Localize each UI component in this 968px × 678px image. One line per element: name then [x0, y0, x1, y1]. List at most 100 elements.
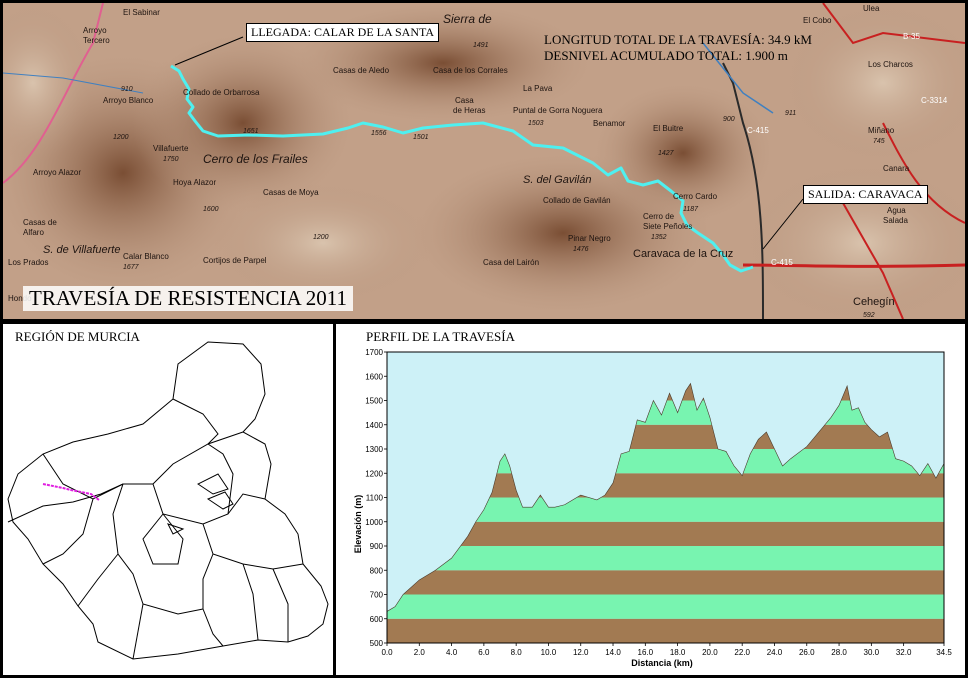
- svg-text:El Buitre: El Buitre: [653, 124, 684, 133]
- x-tick-label: 30.0: [864, 648, 880, 657]
- svg-text:Calar Blanco: Calar Blanco: [123, 252, 169, 261]
- y-tick-label: 600: [370, 615, 384, 624]
- y-tick-label: 700: [370, 591, 384, 600]
- y-axis-title: Elevación (m): [353, 495, 363, 554]
- svg-text:Villafuerte: Villafuerte: [153, 144, 189, 153]
- x-tick-label: 34.5: [936, 648, 952, 657]
- svg-text:1651: 1651: [243, 128, 259, 135]
- svg-text:Canara: Canara: [883, 164, 910, 173]
- y-tick-label: 500: [370, 639, 384, 648]
- svg-text:Cerro de: Cerro de: [643, 212, 675, 221]
- x-tick-label: 2.0: [414, 648, 426, 657]
- elevation-chart: Elevación (m) Distancia (km) 500 600 700 80…: [353, 348, 952, 668]
- x-tick-label: 20.0: [702, 648, 718, 657]
- y-tick-label: 800: [370, 566, 384, 575]
- svg-text:1600: 1600: [203, 206, 219, 213]
- svg-text:900: 900: [723, 116, 735, 123]
- y-tick-label: 1400: [365, 421, 383, 430]
- svg-text:Los Charcos: Los Charcos: [868, 60, 913, 69]
- svg-text:Arroyo Alazor: Arroyo Alazor: [33, 168, 81, 177]
- x-tick-label: 14.0: [605, 648, 621, 657]
- y-tick-label: 900: [370, 542, 384, 551]
- svg-text:Arroyo Blanco: Arroyo Blanco: [103, 96, 154, 105]
- region-panel: REGIÓN DE MURCIA: [3, 324, 333, 675]
- topographic-map[interactable]: El Sabinar Arroyo Tercero Arroyo Blanco …: [3, 3, 965, 319]
- svg-text:745: 745: [873, 138, 885, 145]
- map-title: TRAVESÍA DE RESISTENCIA 2011: [23, 286, 353, 311]
- svg-text:Casa: Casa: [455, 96, 474, 105]
- x-tick-label: 0.0: [381, 648, 393, 657]
- total-ascent: DESNIVEL ACUMULADO TOTAL: 1.900 m: [544, 48, 788, 63]
- x-tick-label: 18.0: [670, 648, 686, 657]
- svg-text:de Heras: de Heras: [453, 106, 485, 115]
- svg-text:Casas de Moya: Casas de Moya: [263, 188, 319, 197]
- svg-text:1200: 1200: [313, 234, 329, 241]
- svg-text:Casa de los Corrales: Casa de los Corrales: [433, 66, 508, 75]
- y-tick-label: 1100: [366, 494, 384, 503]
- svg-text:Sierra de: Sierra de: [443, 12, 492, 26]
- region-map-svg: [7, 341, 329, 660]
- svg-text:Miñano: Miñano: [868, 126, 895, 135]
- svg-text:910: 910: [121, 86, 133, 93]
- x-tick-label: 6.0: [478, 648, 490, 657]
- y-tick-label: 1600: [365, 372, 383, 381]
- svg-text:592: 592: [863, 312, 875, 319]
- svg-text:Caravaca de la Cruz: Caravaca de la Cruz: [633, 248, 733, 260]
- x-tick-label: 24.0: [767, 648, 783, 657]
- total-length: LONGITUD TOTAL DE LA TRAVESÍA: 34.9 kM: [544, 32, 812, 47]
- svg-text:B-35: B-35: [903, 32, 920, 41]
- svg-text:Casas de: Casas de: [23, 218, 57, 227]
- svg-text:S. del Gavilán: S. del Gavilán: [523, 174, 591, 186]
- svg-text:1427: 1427: [658, 150, 675, 157]
- svg-text:1503: 1503: [528, 120, 544, 127]
- svg-text:1187: 1187: [683, 206, 699, 213]
- svg-text:Pinar Negro: Pinar Negro: [568, 234, 611, 243]
- elevation-band: [387, 570, 944, 595]
- svg-text:Salada: Salada: [883, 216, 908, 225]
- svg-text:Agua: Agua: [887, 206, 906, 215]
- x-tick-label: 10.0: [541, 648, 557, 657]
- x-axis-title: Distancia (km): [631, 658, 693, 668]
- svg-text:1556: 1556: [371, 130, 387, 137]
- svg-text:Cehegín: Cehegín: [853, 296, 895, 308]
- svg-text:El Sabinar: El Sabinar: [123, 8, 160, 17]
- svg-text:Ulea: Ulea: [863, 4, 880, 13]
- x-tick-label: 4.0: [446, 648, 458, 657]
- svg-text:C-415: C-415: [771, 258, 793, 267]
- svg-text:1501: 1501: [413, 134, 429, 141]
- y-tick-label: 1500: [365, 397, 383, 406]
- x-tick-label: 16.0: [638, 648, 654, 657]
- svg-text:1352: 1352: [651, 234, 667, 241]
- svg-text:La Pava: La Pava: [523, 84, 553, 93]
- svg-text:El Cobo: El Cobo: [803, 16, 832, 25]
- svg-text:1750: 1750: [163, 156, 179, 163]
- x-tick-label: 12.0: [573, 648, 589, 657]
- svg-text:Benamor: Benamor: [593, 119, 626, 128]
- x-tick-label: 32.0: [896, 648, 912, 657]
- municipality-borders: [7, 341, 329, 660]
- svg-text:Casa del Lairón: Casa del Lairón: [483, 258, 539, 267]
- x-tick-label: 22.0: [734, 648, 750, 657]
- svg-text:1491: 1491: [473, 42, 489, 49]
- y-tick-label: 1300: [365, 445, 383, 454]
- svg-text:Casas de Aledo: Casas de Aledo: [333, 66, 390, 75]
- arrival-label: LLEGADA: CALAR DE LA SANTA: [246, 23, 440, 42]
- svg-text:Arroyo: Arroyo: [83, 26, 107, 35]
- elevation-band: [387, 546, 944, 571]
- svg-text:911: 911: [785, 110, 796, 117]
- svg-text:1200: 1200: [113, 134, 129, 141]
- svg-text:Collado de Orbarrosa: Collado de Orbarrosa: [183, 88, 260, 97]
- x-tick-label: 8.0: [511, 648, 523, 657]
- elevation-band: [387, 618, 944, 643]
- svg-text:C-3314: C-3314: [921, 96, 948, 105]
- svg-text:Los Prados: Los Prados: [8, 258, 48, 267]
- elevation-band: [387, 594, 944, 619]
- start-label: SALIDA: CARAVACA: [803, 185, 928, 204]
- svg-text:Tercero: Tercero: [83, 36, 110, 45]
- y-tick-label: 1000: [365, 518, 383, 527]
- svg-text:Puntal de Gorra Noguera: Puntal de Gorra Noguera: [513, 106, 603, 115]
- svg-text:1677: 1677: [123, 264, 140, 271]
- svg-text:Alfaro: Alfaro: [23, 228, 44, 237]
- svg-text:Cerro Cardo: Cerro Cardo: [673, 192, 718, 201]
- x-tick-label: 28.0: [831, 648, 847, 657]
